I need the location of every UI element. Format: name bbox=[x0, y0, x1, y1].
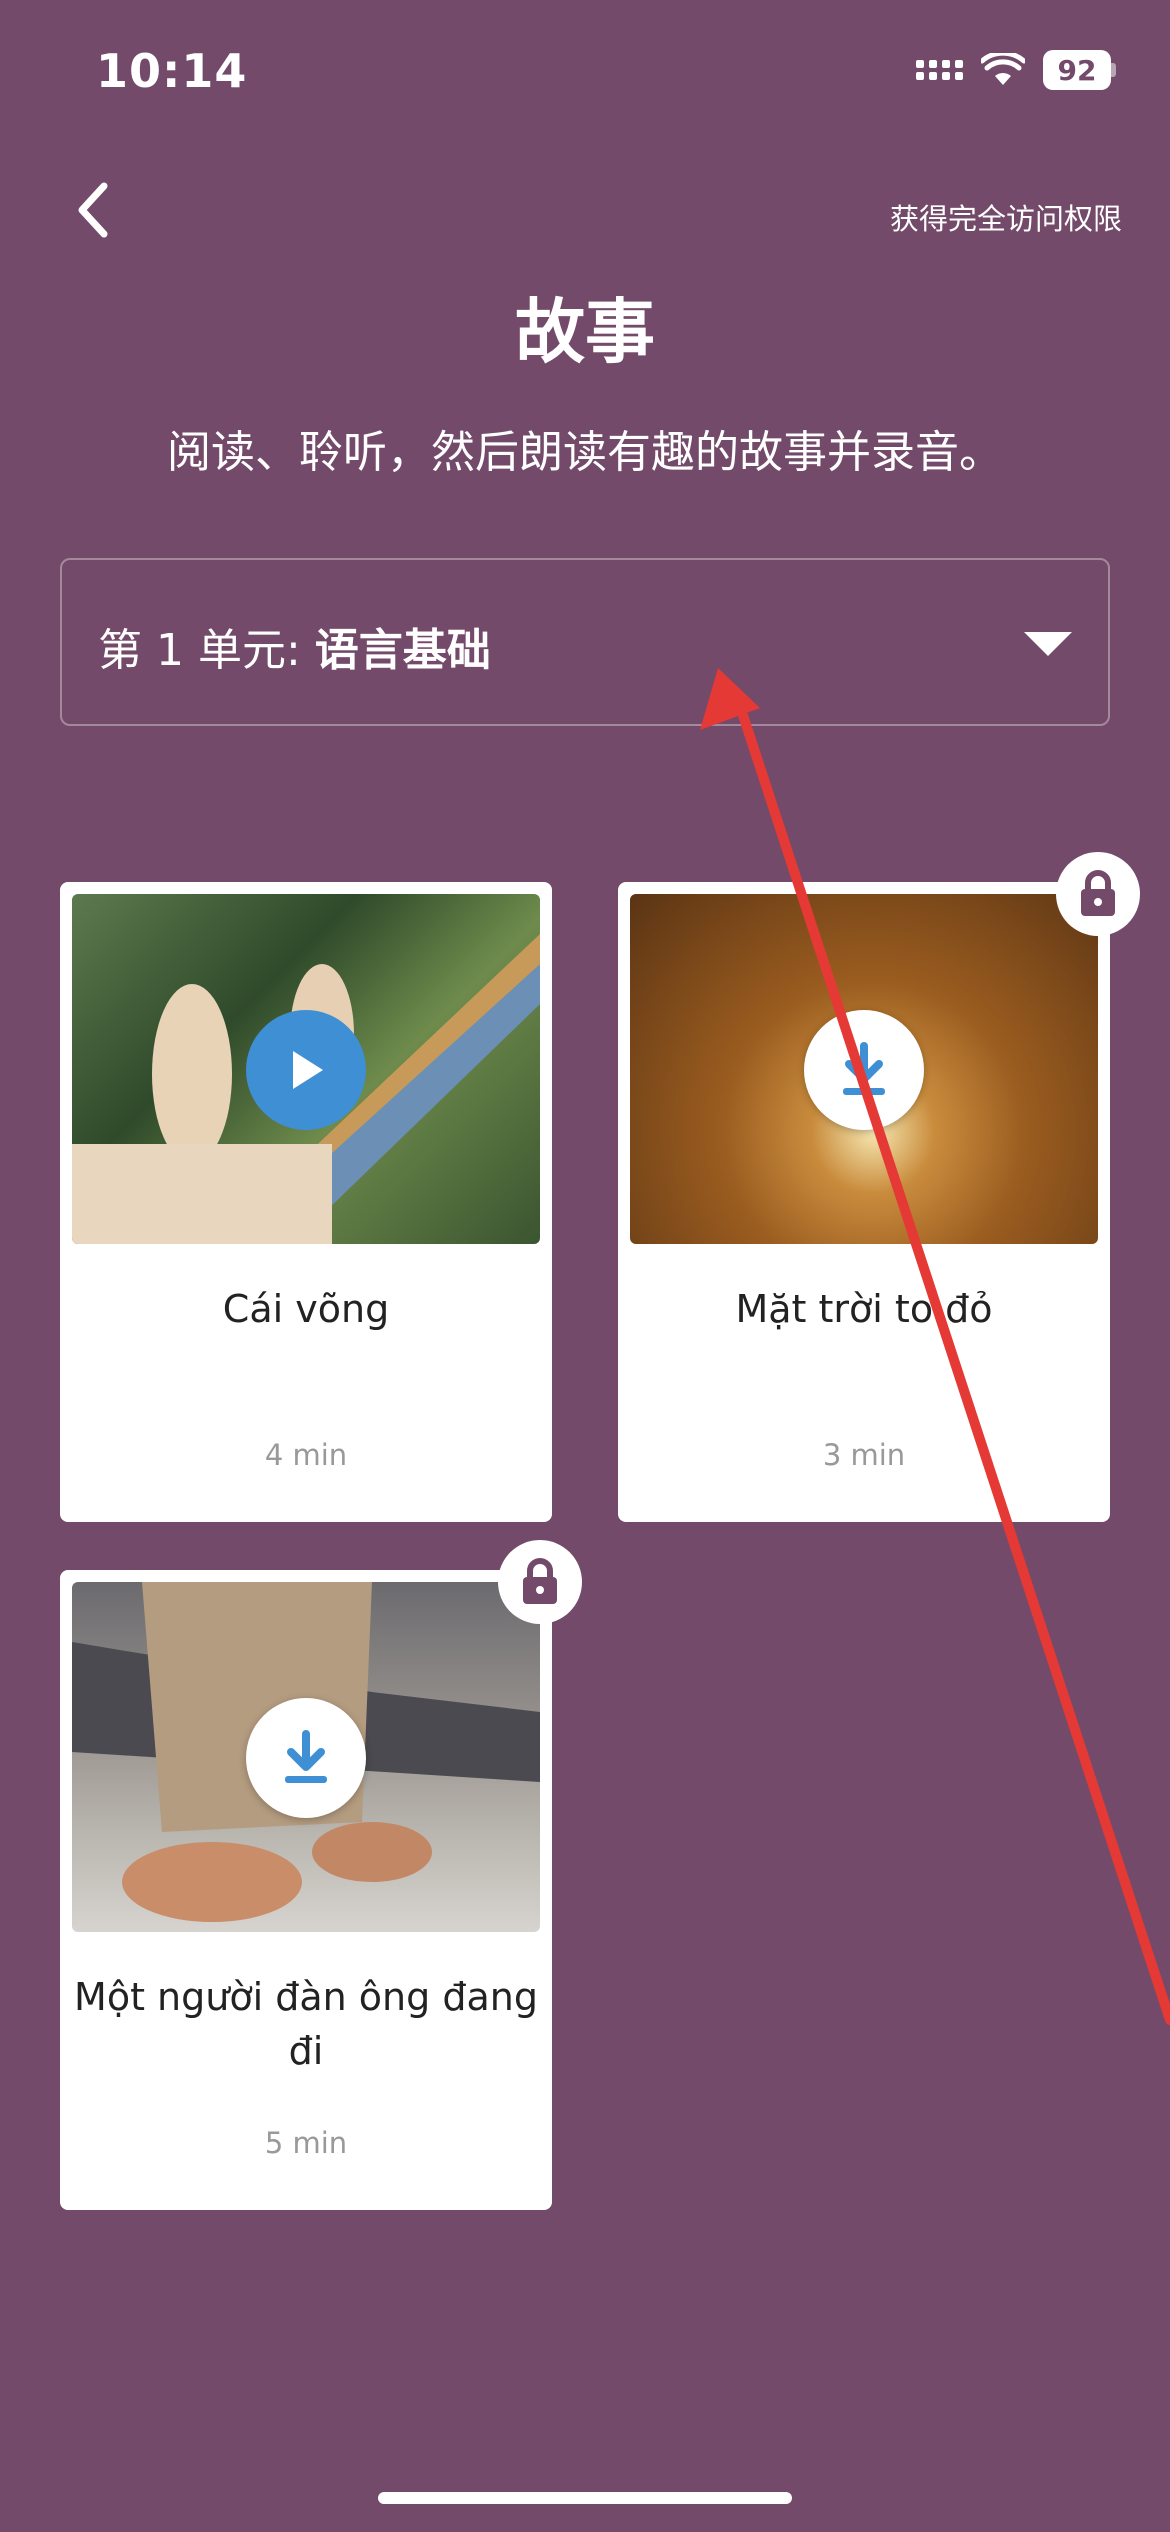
story-thumbnail bbox=[72, 1582, 540, 1932]
unit-dropdown[interactable]: 第 1 单元: 语言基础 bbox=[60, 558, 1110, 726]
back-button[interactable] bbox=[52, 170, 132, 250]
unit-dropdown-label: 第 1 单元: 语言基础 bbox=[98, 614, 491, 678]
lock-icon bbox=[523, 1558, 557, 1604]
play-icon bbox=[293, 1051, 323, 1089]
unit-number: 第 1 单元: bbox=[98, 625, 301, 676]
chevron-left-icon bbox=[78, 182, 108, 238]
story-duration: 3 min bbox=[822, 1438, 906, 1472]
page-title: 故事 bbox=[515, 291, 655, 373]
home-indicator[interactable] bbox=[378, 2492, 792, 2504]
battery-indicator: 92 bbox=[1043, 50, 1116, 90]
download-button[interactable] bbox=[804, 1010, 924, 1130]
lock-icon bbox=[1081, 870, 1115, 916]
story-title: Cái võng bbox=[222, 1287, 390, 1331]
story-title: Một người đàn ông đang đi bbox=[74, 1975, 538, 2073]
story-title: Mặt trời to đỏ bbox=[735, 1287, 993, 1331]
status-time: 10:14 bbox=[96, 44, 248, 98]
story-thumbnail bbox=[630, 894, 1098, 1244]
story-card[interactable]: Mặt trời to đỏ 3 min bbox=[618, 882, 1110, 1522]
stories-screen: 10:14 92 获得完全访问权限 故事 阅读、聆听，然后朗读有趣的故事并录音。… bbox=[0, 0, 1170, 2532]
play-button[interactable] bbox=[246, 1010, 366, 1130]
lock-badge bbox=[1056, 852, 1140, 936]
wifi-icon bbox=[981, 53, 1025, 85]
story-duration: 4 min bbox=[264, 1438, 348, 1472]
page-subtitle: 阅读、聆听，然后朗读有趣的故事并录音。 bbox=[167, 427, 1003, 478]
unit-name: 语言基础 bbox=[314, 625, 491, 676]
full-access-link[interactable]: 获得完全访问权限 bbox=[890, 196, 1122, 238]
story-duration: 5 min bbox=[264, 2126, 348, 2160]
download-button[interactable] bbox=[246, 1698, 366, 1818]
download-icon bbox=[285, 1730, 327, 1783]
cellular-signal-icon bbox=[916, 60, 963, 80]
battery-level: 92 bbox=[1043, 50, 1111, 90]
story-card[interactable]: Cái võng 4 min bbox=[60, 882, 552, 1522]
caret-down-icon bbox=[1024, 632, 1072, 656]
story-thumbnail bbox=[72, 894, 540, 1244]
lock-badge bbox=[498, 1540, 582, 1624]
story-card[interactable]: Một người đàn ông đang đi 5 min bbox=[60, 1570, 552, 2210]
status-icons: 92 bbox=[916, 50, 1116, 90]
download-icon bbox=[843, 1042, 885, 1095]
